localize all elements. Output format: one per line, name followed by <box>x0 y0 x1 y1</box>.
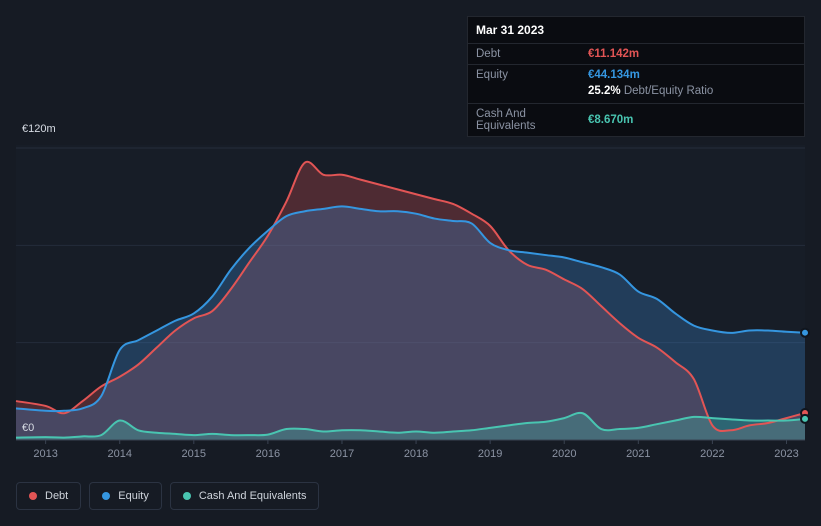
cash-color-dot <box>182 492 191 500</box>
x-tick-label: 2020 <box>552 448 576 460</box>
legend-label-equity: Equity <box>118 490 149 502</box>
tooltip-equity-label: Equity <box>476 69 508 81</box>
x-tick-label: 2017 <box>330 448 354 460</box>
tooltip-debt-label: Debt <box>476 48 501 60</box>
tooltip-cash-value: €8.670m <box>588 114 634 126</box>
tooltip-ratio-label: Debt/Equity Ratio <box>623 85 714 97</box>
x-tick-label: 2019 <box>478 448 502 460</box>
tooltip-ratio-value: 25.2% Debt/Equity Ratio <box>588 85 796 97</box>
x-tick-label: 2018 <box>404 448 428 460</box>
tooltip-cash-label: Cash And Equivalents <box>476 108 536 132</box>
tooltip-cash-row: Cash And Equivalents €8.670m <box>468 104 804 136</box>
debt-equity-history-page: 2013 2014 2015 2016 2017 2018 2019 2020 2021 2022… <box>0 0 821 526</box>
tooltip-equity-value: €44.134m <box>588 69 640 81</box>
legend-item-cash[interactable]: Cash And Equivalents <box>169 482 320 510</box>
chart-tooltip: Mar 31 2023 Debt €11.142m Equity €44.134… <box>467 16 805 137</box>
equity-color-dot <box>102 492 111 500</box>
legend-item-equity[interactable]: Equity <box>89 482 162 510</box>
legend-label-cash: Cash And Equivalents <box>198 490 307 502</box>
cash-endpoint-marker <box>800 413 810 424</box>
x-tick-label: 2022 <box>700 448 724 460</box>
tooltip-debt-row: Debt €11.142m <box>468 44 804 65</box>
chart-legend: Debt Equity Cash And Equivalents <box>16 482 320 510</box>
tooltip-debt-value: €11.142m <box>588 48 640 60</box>
legend-item-debt[interactable]: Debt <box>16 482 82 510</box>
equity-endpoint-marker <box>800 327 810 338</box>
x-tick-label: 2013 <box>33 448 57 460</box>
x-tick-label: 2021 <box>626 448 650 460</box>
x-tick-label: 2016 <box>256 448 280 460</box>
y-axis-label-top: €120m <box>22 123 56 135</box>
x-tick-label: 2023 <box>774 448 798 460</box>
tooltip-date: Mar 31 2023 <box>468 17 804 44</box>
legend-label-debt: Debt <box>45 490 69 502</box>
x-tick-label: 2014 <box>107 448 131 460</box>
y-axis-label-zero: €0 <box>22 422 35 434</box>
debt-color-dot <box>29 492 37 500</box>
x-tick-label: 2015 <box>182 448 206 460</box>
tooltip-equity-row: Equity €44.134m <box>468 65 804 85</box>
tooltip-ratio-percent: 25.2% <box>588 85 621 97</box>
tooltip-ratio-row: 25.2% Debt/Equity Ratio <box>468 85 804 104</box>
